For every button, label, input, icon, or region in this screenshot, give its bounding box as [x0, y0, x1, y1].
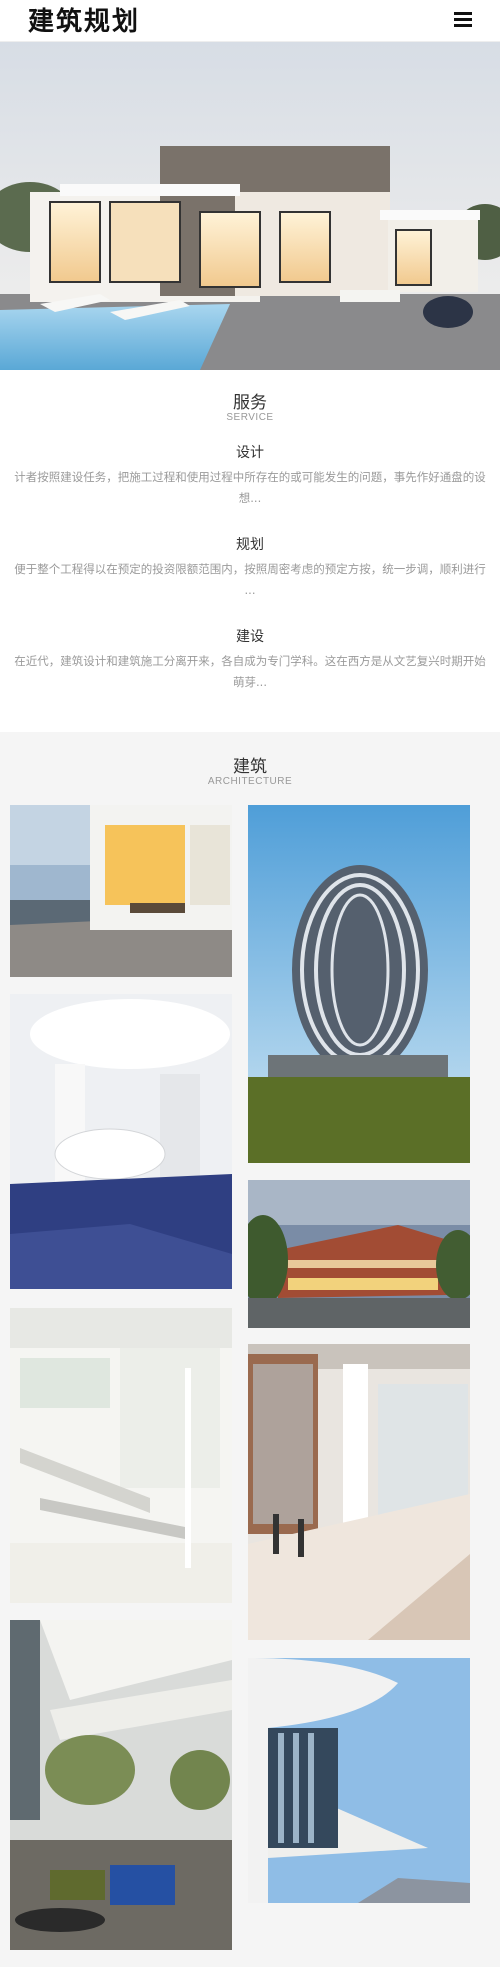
white-futuristic-interior-photo[interactable] [10, 994, 232, 1289]
site-logo[interactable]: 建筑规划 [28, 5, 140, 39]
service-item-title[interactable]: 规划 [0, 534, 500, 554]
hamburger-menu-icon[interactable] [452, 10, 474, 30]
section-subtitle: ARCHITECTURE [207, 776, 293, 787]
brick-commercial-building-photo[interactable] [248, 1180, 470, 1328]
glass-house-interior-photo[interactable] [10, 805, 232, 977]
service-item-desc: 计者按照建设任务，把施工过程和使用过程中所存在的或可能发生的问题，事先作好通盘的… [14, 470, 486, 505]
architecture-section: 建筑 ARCHITECTURE [0, 732, 500, 1967]
atrium-lounge-with-trees-photo[interactable] [10, 1620, 232, 1950]
service-item-title[interactable]: 建设 [0, 626, 500, 646]
section-title: 服务 [233, 393, 267, 413]
egg-shaped-tower-photo[interactable] [248, 805, 470, 1163]
white-atrium-staircase-photo[interactable] [10, 1308, 232, 1603]
curved-white-building-photo[interactable] [248, 1658, 470, 1903]
glass-lobby-corridor-photo[interactable] [248, 1344, 470, 1640]
hero-banner-image [0, 42, 500, 370]
service-item-desc: 在近代，建筑设计和建筑施工分离开来，各自成为专门学科。这在西方是从文艺复兴时期开… [14, 654, 486, 689]
section-title: 建筑 [233, 757, 267, 777]
service-section: 服务 SERVICE 设计 计者按照建设任务，把施工过程和使用过程中所存在的或可… [0, 370, 500, 732]
site-header: 建筑规划 [0, 0, 500, 42]
section-subtitle: SERVICE [226, 412, 274, 423]
service-item-title[interactable]: 设计 [0, 442, 500, 462]
service-item-desc: 便于整个工程得以在预定的投资限额范围内，按照周密考虑的预定方按，统一步调，顺利进… [14, 562, 486, 597]
